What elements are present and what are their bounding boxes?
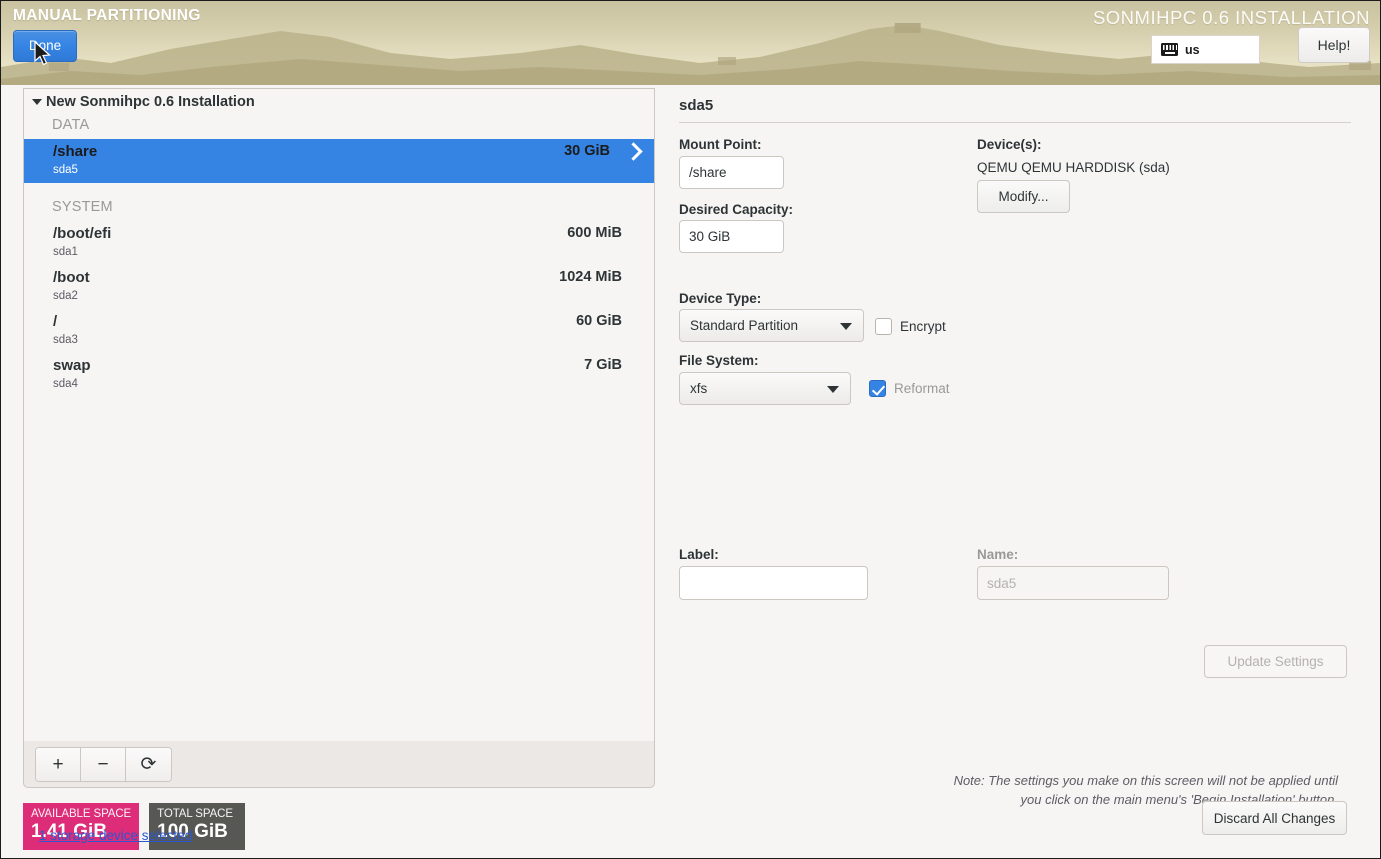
reset-partitions-button[interactable]: ⟳: [126, 748, 171, 781]
name-input: sda5: [977, 566, 1169, 600]
device-type-select[interactable]: Standard Partition: [679, 309, 864, 342]
partition-row-swap[interactable]: swap sda4 7 GiB: [24, 353, 654, 397]
partition-row-boot-efi[interactable]: /boot/efi sda1 600 MiB: [24, 221, 654, 265]
available-space-caption: AVAILABLE SPACE: [31, 808, 132, 820]
keyboard-layout-indicator[interactable]: us: [1151, 35, 1260, 64]
partition-row-root[interactable]: / sda3 60 GiB: [24, 309, 654, 353]
encrypt-checkbox[interactable]: Encrypt: [875, 318, 946, 335]
reformat-label: Reformat: [894, 381, 950, 396]
partition-device-name: sda3: [53, 334, 78, 346]
installer-window: MANUAL PARTITIONING SONMIHPC 0.6 INSTALL…: [0, 0, 1381, 859]
label-input[interactable]: [679, 566, 868, 600]
group-header-system: SYSTEM: [52, 199, 113, 215]
reformat-checkbox[interactable]: Reformat: [869, 380, 950, 397]
partition-mount-point: /share: [53, 143, 98, 160]
partition-mount-point: swap: [53, 357, 91, 374]
partition-list-panel: New Sonmihpc 0.6 Installation DATA /shar…: [23, 88, 655, 741]
label-field-label: Label:: [679, 547, 719, 562]
desired-capacity-label: Desired Capacity:: [679, 202, 794, 217]
partition-size: 1024 MiB: [559, 269, 622, 285]
partition-size: 30 GiB: [564, 143, 610, 159]
update-settings-button: Update Settings: [1204, 645, 1347, 678]
encrypt-checkbox-box[interactable]: [875, 318, 892, 335]
tree-root-label: New Sonmihpc 0.6 Installation: [46, 94, 255, 110]
partition-toolbar: + − ⟳: [23, 741, 655, 788]
modify-devices-button[interactable]: Modify...: [977, 180, 1070, 213]
partition-toolbar-buttons: + − ⟳: [35, 747, 172, 782]
chevron-down-icon: [827, 385, 839, 393]
remove-partition-button[interactable]: −: [81, 748, 126, 781]
keyboard-layout-label: us: [1185, 42, 1200, 57]
header-banner: MANUAL PARTITIONING SONMIHPC 0.6 INSTALL…: [1, 1, 1380, 85]
done-button[interactable]: Done: [13, 30, 77, 62]
devices-label: Device(s):: [977, 137, 1042, 152]
partition-size: 600 MiB: [567, 225, 622, 241]
keyboard-icon: [1161, 43, 1178, 56]
name-field-label: Name:: [977, 547, 1019, 562]
group-header-data: DATA: [52, 117, 90, 133]
product-title: SONMIHPC 0.6 INSTALLATION: [1092, 7, 1370, 28]
mount-point-input[interactable]: /share: [679, 156, 784, 189]
storage-device-link[interactable]: 1 storage device selected: [39, 828, 192, 843]
partition-size: 7 GiB: [584, 357, 622, 373]
file-system-select[interactable]: xfs: [679, 372, 851, 405]
detail-divider: [679, 122, 1351, 123]
detail-title: sda5: [679, 97, 714, 114]
partition-mount-point: /boot/efi: [53, 225, 112, 242]
reformat-checkbox-box[interactable]: [869, 380, 886, 397]
encrypt-label: Encrypt: [900, 319, 946, 334]
add-partition-button[interactable]: +: [36, 748, 81, 781]
devices-value: QEMU QEMU HARDDISK (sda): [977, 160, 1170, 175]
device-type-value: Standard Partition: [690, 318, 799, 333]
total-space-caption: TOTAL SPACE: [157, 808, 233, 820]
tree-root-row[interactable]: New Sonmihpc 0.6 Installation: [24, 89, 654, 115]
partition-detail-panel: sda5 Mount Point: /share Desired Capacit…: [679, 85, 1370, 858]
file-system-label: File System:: [679, 353, 759, 368]
discard-all-changes-button[interactable]: Discard All Changes: [1202, 801, 1347, 835]
device-type-label: Device Type:: [679, 291, 762, 306]
partition-device-name: sda1: [53, 246, 78, 258]
help-button[interactable]: Help!: [1298, 27, 1370, 63]
partition-device-name: sda5: [53, 164, 78, 176]
mount-point-label: Mount Point:: [679, 137, 762, 152]
expander-triangle-icon[interactable]: [32, 99, 42, 105]
partition-row-boot[interactable]: /boot sda2 1024 MiB: [24, 265, 654, 309]
partition-size: 60 GiB: [576, 313, 622, 329]
partition-mount-point: /boot: [53, 269, 90, 286]
partition-row-share[interactable]: /share sda5 30 GiB: [24, 139, 654, 183]
partition-device-name: sda2: [53, 290, 78, 302]
desired-capacity-input[interactable]: 30 GiB: [679, 220, 784, 253]
partition-device-name: sda4: [53, 378, 78, 390]
page-title: MANUAL PARTITIONING: [13, 7, 201, 24]
partition-mount-point: /: [53, 313, 58, 330]
chevron-down-icon: [840, 322, 852, 330]
file-system-value: xfs: [690, 381, 708, 396]
content-area: New Sonmihpc 0.6 Installation DATA /shar…: [1, 85, 1380, 858]
